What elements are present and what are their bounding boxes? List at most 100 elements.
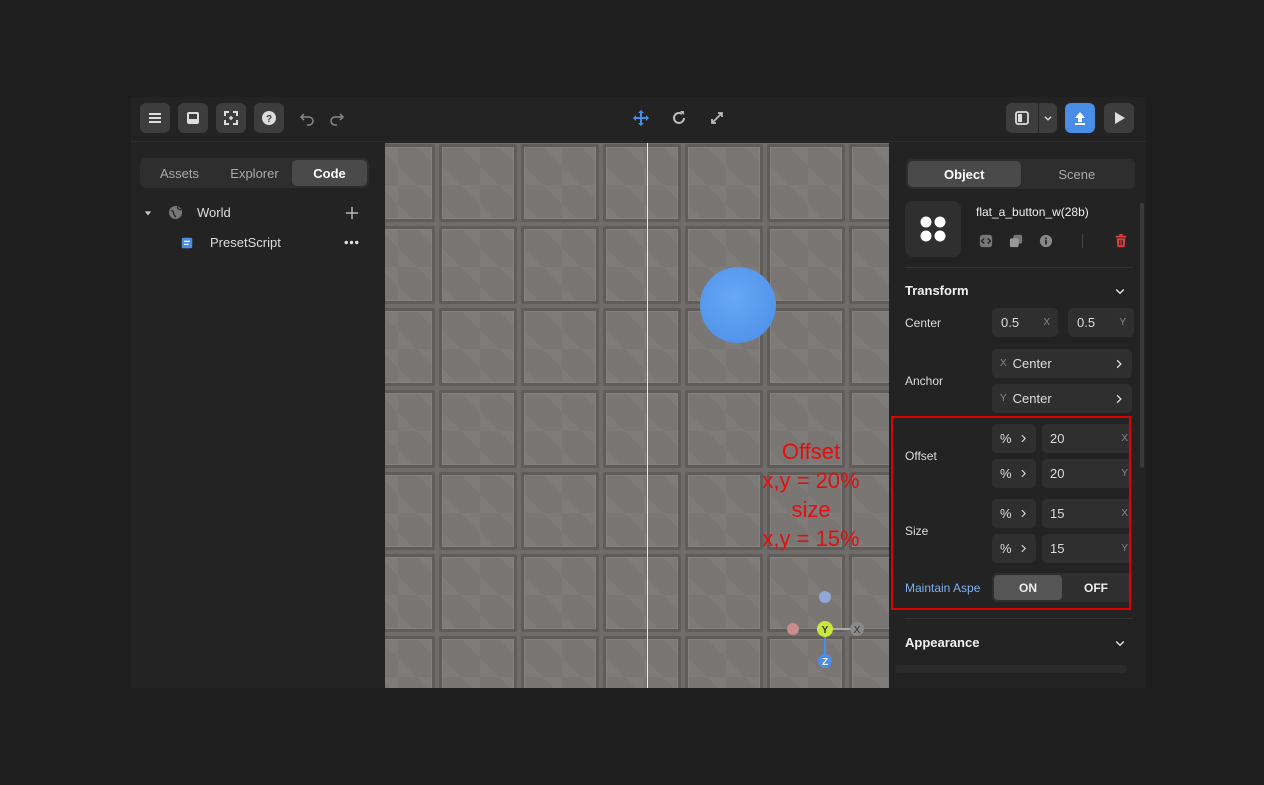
toolbar: ? xyxy=(131,97,1146,142)
move-icon xyxy=(633,110,649,126)
floor-tile xyxy=(439,144,517,222)
scale-tool-button[interactable] xyxy=(705,106,729,130)
center-y-input[interactable]: 0.5 Y xyxy=(1068,308,1134,337)
floor-tile xyxy=(603,472,681,550)
annotation-text: Offset x,y = 20% size x,y = 15% xyxy=(751,437,871,553)
floor-tile xyxy=(603,636,681,688)
floor-tile xyxy=(603,308,681,386)
scale-icon xyxy=(711,112,723,124)
script-icon xyxy=(181,237,193,248)
menu-icon xyxy=(149,113,161,123)
floor-tile xyxy=(439,308,517,386)
anchor-x-value: Center xyxy=(1012,356,1052,371)
play-icon xyxy=(1115,112,1125,124)
center-guide-line xyxy=(647,143,648,688)
duplicate-icon[interactable] xyxy=(1009,234,1023,248)
redo-icon xyxy=(330,113,345,126)
center-x-input[interactable]: 0.5 X xyxy=(992,308,1058,337)
tab-assets[interactable]: Assets xyxy=(142,160,217,186)
annotation-line-4: x,y = 15% xyxy=(762,526,860,551)
tab-code[interactable]: Code xyxy=(292,160,367,186)
floor-tile xyxy=(439,636,517,688)
floor-tile xyxy=(439,472,517,550)
floor-tile xyxy=(849,226,889,304)
floor-tile xyxy=(767,144,845,222)
tree-item-world[interactable]: World xyxy=(144,205,359,220)
floor-tile xyxy=(603,226,681,304)
rotate-icon xyxy=(673,111,685,124)
button-object[interactable] xyxy=(700,267,776,343)
chevron-down-icon xyxy=(1044,116,1052,121)
chevron-right-icon xyxy=(1116,394,1122,403)
floor-tile xyxy=(849,308,889,386)
axis-gizmo[interactable]: X Y Z xyxy=(783,585,867,669)
annotation-line-2: x,y = 20% xyxy=(762,468,860,493)
undo-button[interactable] xyxy=(295,106,319,130)
floor-tile xyxy=(767,308,845,386)
toolbar-divider xyxy=(1082,234,1083,248)
undo-icon xyxy=(299,113,314,126)
floor-tile xyxy=(385,308,435,386)
help-button[interactable]: ? xyxy=(254,103,284,133)
tree-label-presetscript: PresetScript xyxy=(210,235,281,250)
redo-button[interactable] xyxy=(325,106,349,130)
code-icon[interactable] xyxy=(979,234,993,248)
divider xyxy=(905,267,1133,268)
info-icon[interactable] xyxy=(1039,234,1053,248)
floor-tile xyxy=(685,554,763,632)
axis-x-label: X xyxy=(1000,358,1007,369)
layout-dropdown-button[interactable] xyxy=(1039,103,1057,133)
horizontal-scrollbar[interactable] xyxy=(895,665,1127,673)
floor-tile xyxy=(603,144,681,222)
floor-tile xyxy=(521,226,599,304)
inbox-button[interactable] xyxy=(178,103,208,133)
axis-y-label: Y xyxy=(1000,393,1007,404)
scene-viewport[interactable]: Offset x,y = 20% size x,y = 15% X Y Z xyxy=(385,143,889,688)
gizmo-neg-y-handle[interactable] xyxy=(819,591,831,603)
frame-icon xyxy=(224,111,238,125)
anchor-x-select[interactable]: X Center xyxy=(992,349,1132,378)
gizmo-x-label: X xyxy=(854,625,861,636)
anchor-y-select[interactable]: Y Center xyxy=(992,384,1132,413)
help-icon: ? xyxy=(262,111,276,125)
floor-tile xyxy=(385,472,435,550)
gizmo-y-label: Y xyxy=(822,625,829,636)
annotation-line-1: Offset xyxy=(781,439,841,464)
left-panel: Assets Explorer Code World PresetScript xyxy=(131,143,384,688)
gizmo-neg-x-handle[interactable] xyxy=(787,623,799,635)
floor-tile xyxy=(385,390,435,468)
layout-button[interactable] xyxy=(1006,103,1038,133)
play-button[interactable] xyxy=(1104,103,1134,133)
delete-icon[interactable] xyxy=(1114,234,1128,248)
vertical-scrollbar[interactable] xyxy=(1140,203,1144,468)
floor-tile xyxy=(385,636,435,688)
axis-y-label: Y xyxy=(1119,317,1126,328)
floor-tile xyxy=(521,472,599,550)
floor-tile xyxy=(439,226,517,304)
rotate-tool-button[interactable] xyxy=(667,106,691,130)
floor-tile xyxy=(521,390,599,468)
properties-tabs: Object Scene xyxy=(906,159,1135,189)
gizmo-z-label: Z xyxy=(822,657,828,668)
caret-down-icon[interactable] xyxy=(144,209,152,217)
floor-tile xyxy=(521,554,599,632)
tab-scene[interactable]: Scene xyxy=(1021,161,1134,187)
floor-tile xyxy=(685,636,763,688)
chevron-down-icon[interactable] xyxy=(1114,285,1126,297)
frame-button[interactable] xyxy=(216,103,246,133)
chevron-right-icon xyxy=(1116,359,1122,368)
upload-icon xyxy=(1075,112,1085,125)
layout-icon xyxy=(1015,111,1029,125)
floor-tile xyxy=(603,390,681,468)
publish-button[interactable] xyxy=(1065,103,1095,133)
menu-button[interactable] xyxy=(140,103,170,133)
chevron-down-icon[interactable] xyxy=(1114,637,1126,649)
move-tool-button[interactable] xyxy=(629,106,653,130)
floor-tile xyxy=(521,144,599,222)
add-icon[interactable] xyxy=(345,206,359,220)
axis-x-label: X xyxy=(1043,317,1050,328)
tree-item-presetscript[interactable]: PresetScript xyxy=(181,235,359,250)
more-icon[interactable] xyxy=(344,240,359,245)
tab-object[interactable]: Object xyxy=(908,161,1021,187)
tab-explorer[interactable]: Explorer xyxy=(217,160,292,186)
